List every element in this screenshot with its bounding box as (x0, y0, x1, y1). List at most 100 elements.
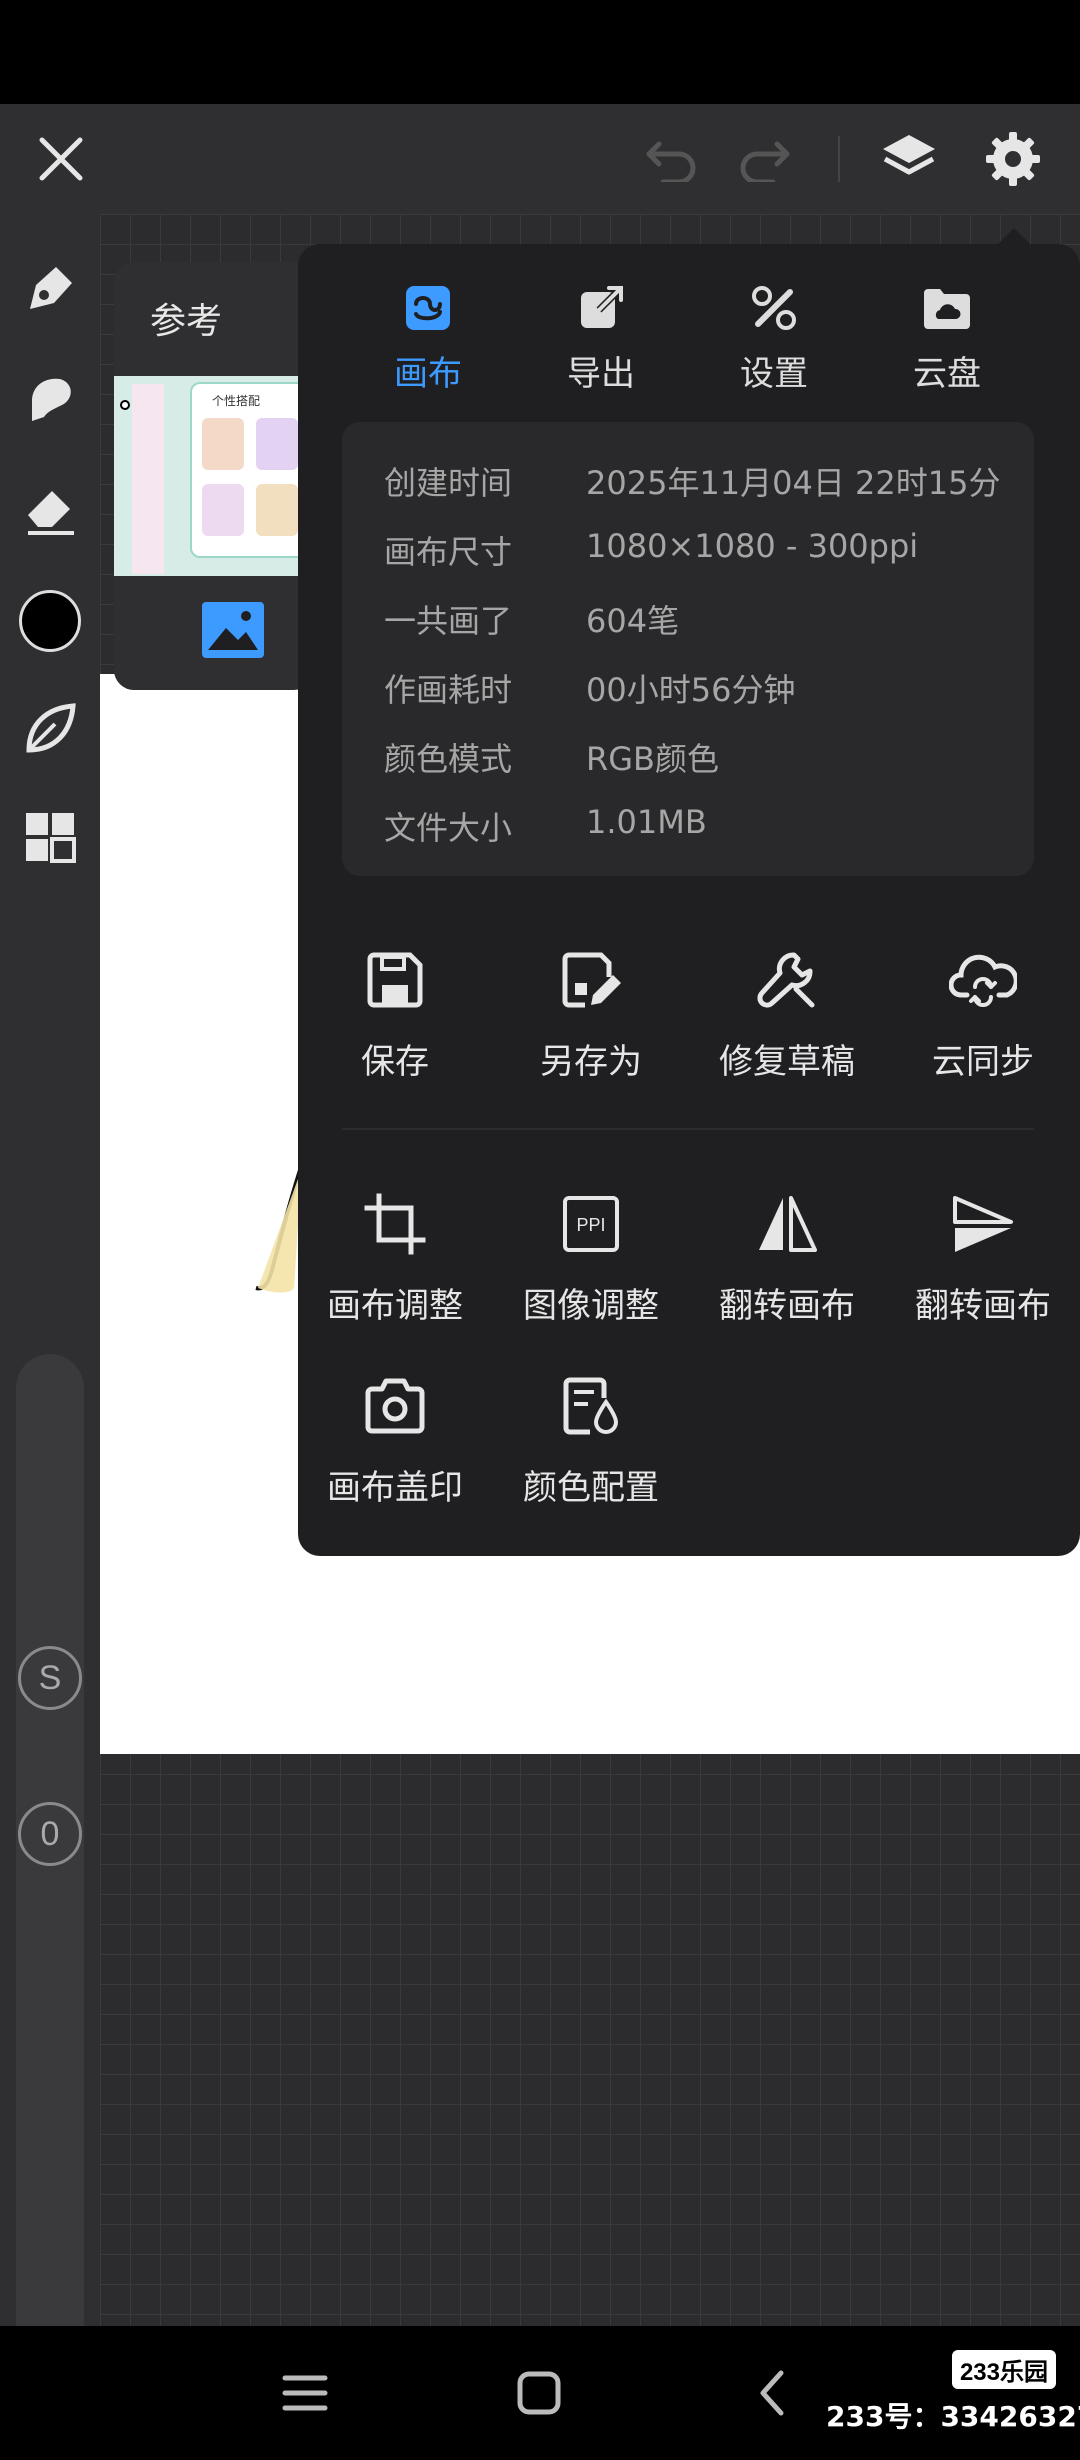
watermark-logo: 233乐园 (951, 2350, 1056, 2389)
canvas-stamp-label: 画布盖印 (327, 1468, 463, 1508)
redo-icon[interactable] (732, 126, 798, 192)
gear-icon[interactable] (980, 126, 1046, 192)
back-icon[interactable] (740, 2360, 806, 2426)
cloud-folder-icon (919, 280, 975, 336)
watermark-text: 233号：33426327 (826, 2400, 1080, 2433)
tab-cloud-label: 云盘 (913, 354, 981, 394)
info-row: 颜色模式 RGB颜色 (384, 734, 1024, 784)
camera-stamp-icon (359, 1370, 431, 1442)
color-picker[interactable] (15, 586, 85, 656)
pen-tool-icon[interactable] (15, 254, 85, 324)
system-nav-bar: 233乐园 233号：33426327 (0, 2326, 1080, 2460)
info-row: 文件大小 1.01MB (384, 803, 1024, 853)
info-label: 创建时间 (384, 464, 513, 502)
canvas-icon (400, 280, 456, 336)
reference-thumb-card: 个性搭配 (190, 382, 314, 558)
flip-vertical-icon (947, 1188, 1019, 1260)
tab-canvas-label: 画布 (394, 354, 462, 394)
save-button[interactable]: 保存 (300, 944, 490, 1094)
cloud-sync-label: 云同步 (932, 1042, 1034, 1082)
opacity-badge[interactable]: 0 (18, 1802, 82, 1866)
info-label: 颜色模式 (384, 740, 513, 778)
flip-canvas-vertical-button[interactable]: 翻转画布 (888, 1188, 1078, 1338)
popup-divider (342, 1128, 1034, 1130)
save-as-button[interactable]: 另存为 (496, 944, 686, 1094)
tools-icon (746, 280, 802, 336)
tab-export-label: 导出 (567, 354, 635, 394)
info-value: 00小时56分钟 (586, 671, 796, 709)
canvas-info-card: 创建时间 2025年11月04日 22时15分 画布尺寸 1080×1080 -… (342, 422, 1034, 876)
tab-canvas[interactable]: 画布 (353, 280, 503, 394)
smudge-tool-icon[interactable] (15, 364, 85, 434)
eraser-tool-icon[interactable] (15, 474, 85, 544)
flip-canvas-horizontal-button[interactable]: 翻转画布 (692, 1188, 882, 1338)
save-icon (359, 944, 431, 1016)
save-label: 保存 (361, 1042, 429, 1082)
cloud-sync-icon (947, 944, 1019, 1016)
info-label: 文件大小 (384, 809, 513, 847)
info-label: 画布尺寸 (384, 533, 513, 571)
thumb-avatar (256, 484, 298, 536)
canvas-adjust-label: 画布调整 (327, 1286, 463, 1326)
tab-export[interactable]: 导出 (526, 280, 676, 394)
leaf-tool-icon[interactable] (15, 694, 85, 764)
info-value: RGB颜色 (586, 740, 719, 778)
thumb-avatar (202, 484, 244, 536)
canvas-stamp-button[interactable]: 画布盖印 (300, 1370, 490, 1520)
wrench-icon (751, 944, 823, 1016)
image-adjust-button[interactable]: PPI 图像调整 (496, 1188, 686, 1338)
color-profile-icon (555, 1370, 627, 1442)
reference-anchor[interactable] (120, 400, 130, 410)
left-toolbar: S 0 (0, 214, 100, 2400)
flip-canvas-horizontal-label: 翻转画布 (719, 1286, 855, 1326)
tab-settings[interactable]: 设置 (699, 280, 849, 394)
export-icon (573, 280, 629, 336)
brush-size-badge[interactable]: S (18, 1646, 82, 1710)
canvas-adjust-button[interactable]: 画布调整 (300, 1188, 490, 1338)
flip-horizontal-icon (751, 1188, 823, 1260)
info-value: 2025年11月04日 22时15分 (586, 464, 1001, 502)
reference-panel[interactable]: 参考 个性搭配 (114, 262, 314, 690)
ppi-icon: PPI (555, 1188, 627, 1260)
cloud-sync-button[interactable]: 云同步 (888, 944, 1078, 1094)
flip-canvas-vertical-label: 翻转画布 (915, 1286, 1051, 1326)
thumb-avatar (256, 418, 298, 470)
status-bar (0, 0, 1080, 104)
tab-cloud[interactable]: 云盘 (872, 280, 1022, 394)
image-adjust-label: 图像调整 (523, 1286, 659, 1326)
layers-icon[interactable] (876, 126, 942, 192)
canvas-menu-popup: 画布 导出 设置 云盘 创建时间 2025年11月04日 22时15分 画布尺寸… (298, 228, 1080, 1556)
thumb-avatar (202, 418, 244, 470)
reference-thumb-strip (132, 384, 164, 574)
save-as-icon (555, 944, 627, 1016)
info-row: 作画耗时 00小时56分钟 (384, 665, 1024, 715)
grid-menu-icon[interactable] (15, 802, 85, 872)
color-profile-button[interactable]: 颜色配置 (496, 1370, 686, 1520)
watermark: 233乐园 233号：33426327 (826, 2350, 1080, 2440)
crop-icon (359, 1188, 431, 1260)
info-row: 创建时间 2025年11月04日 22时15分 (384, 458, 1024, 508)
current-color-swatch[interactable] (19, 590, 81, 652)
image-icon[interactable] (200, 600, 266, 660)
info-label: 一共画了 (384, 602, 513, 640)
save-as-label: 另存为 (540, 1042, 642, 1082)
recent-apps-icon[interactable] (272, 2360, 338, 2426)
reference-thumb-title: 个性搭配 (212, 394, 261, 408)
repair-draft-button[interactable]: 修复草稿 (692, 944, 882, 1094)
info-row: 一共画了 604笔 (384, 596, 1024, 646)
ppi-icon-text: PPI (576, 1215, 605, 1235)
info-value: 1080×1080 - 300ppi (586, 527, 919, 565)
color-profile-label: 颜色配置 (523, 1468, 659, 1508)
tab-settings-label: 设置 (740, 354, 808, 394)
reference-title: 参考 (150, 301, 223, 342)
top-toolbar (0, 104, 1080, 214)
info-value: 604笔 (586, 602, 680, 640)
popup-arrow (996, 228, 1032, 246)
home-icon[interactable] (506, 2360, 572, 2426)
close-icon[interactable] (28, 126, 94, 192)
info-row: 画布尺寸 1080×1080 - 300ppi (384, 527, 1024, 577)
toolbar-separator (838, 136, 840, 182)
info-value: 1.01MB (586, 803, 707, 841)
undo-icon[interactable] (638, 126, 704, 192)
reference-image[interactable]: 个性搭配 (114, 376, 314, 576)
